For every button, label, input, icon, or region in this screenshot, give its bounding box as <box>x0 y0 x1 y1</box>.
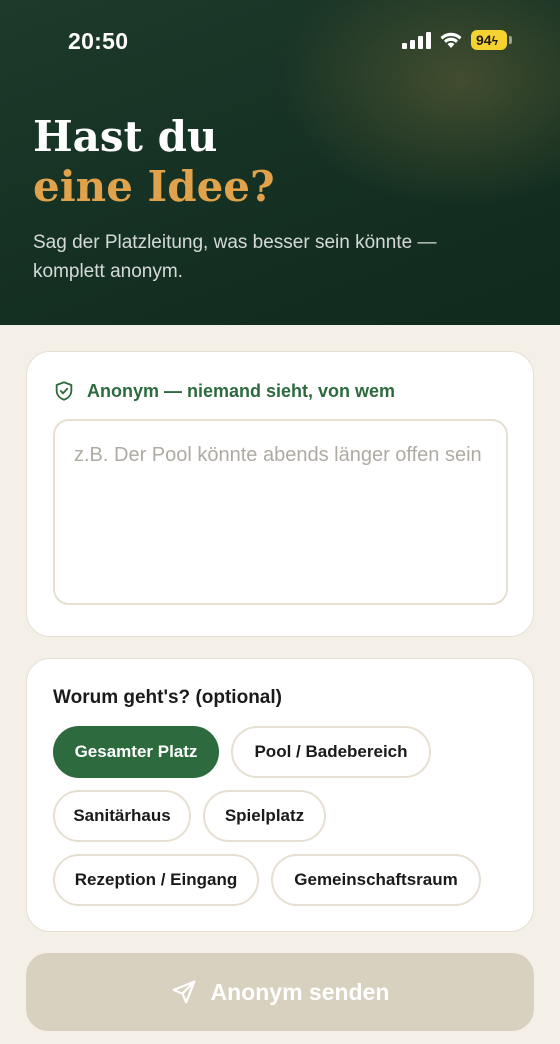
cellular-signal-icon <box>402 31 431 49</box>
topic-chip-spielplatz[interactable]: Spielplatz <box>203 790 326 842</box>
charging-bolt-icon: ϟ <box>491 34 498 48</box>
page-subtitle: Sag der Platzleitung, was besser sein kö… <box>33 232 437 282</box>
topic-chip-sanitaerhaus[interactable]: Sanitärhaus <box>53 790 191 842</box>
status-icons: 94ϟ <box>402 30 512 50</box>
topic-chip-gemeinschaftsraum[interactable]: Gemeinschaftsraum <box>271 854 481 906</box>
hero-header: 20:50 94ϟ Hast du eine Idee? Sag der Pla… <box>0 0 560 325</box>
topic-title: Worum geht's? (optional) <box>53 687 282 708</box>
battery-icon: 94ϟ <box>471 30 507 50</box>
status-time: 20:50 <box>68 28 129 54</box>
send-anonymous-button[interactable]: Anonym senden <box>26 953 534 1031</box>
send-button-label: Anonym senden <box>210 978 390 1005</box>
feedback-card: Anonym — niemand sieht, von wem <box>26 351 534 637</box>
page-title: Hast du eine Idee? <box>33 112 275 212</box>
topic-chip-rezeption[interactable]: Rezeption / Eingang <box>53 854 259 906</box>
idea-input[interactable] <box>53 419 508 605</box>
shield-check-icon <box>55 381 73 401</box>
anonymous-notice-text: Anonym — niemand sieht, von wem <box>87 380 396 401</box>
anonymous-notice: Anonym — niemand sieht, von wem <box>53 380 395 402</box>
status-bar: 20:50 94ϟ <box>0 0 560 84</box>
page-title-line1: Hast du <box>33 112 218 161</box>
battery-cap <box>509 36 512 44</box>
page-title-line2: eine Idee? <box>33 162 275 211</box>
wifi-icon <box>440 32 462 48</box>
battery-level: 94 <box>476 32 492 48</box>
topic-chip-gesamter-platz[interactable]: Gesamter Platz <box>53 726 219 778</box>
topic-card: Worum geht's? (optional) Gesamter Platz … <box>26 658 534 932</box>
paper-plane-icon <box>172 980 195 1004</box>
topic-chip-pool[interactable]: Pool / Badebereich <box>231 726 431 778</box>
